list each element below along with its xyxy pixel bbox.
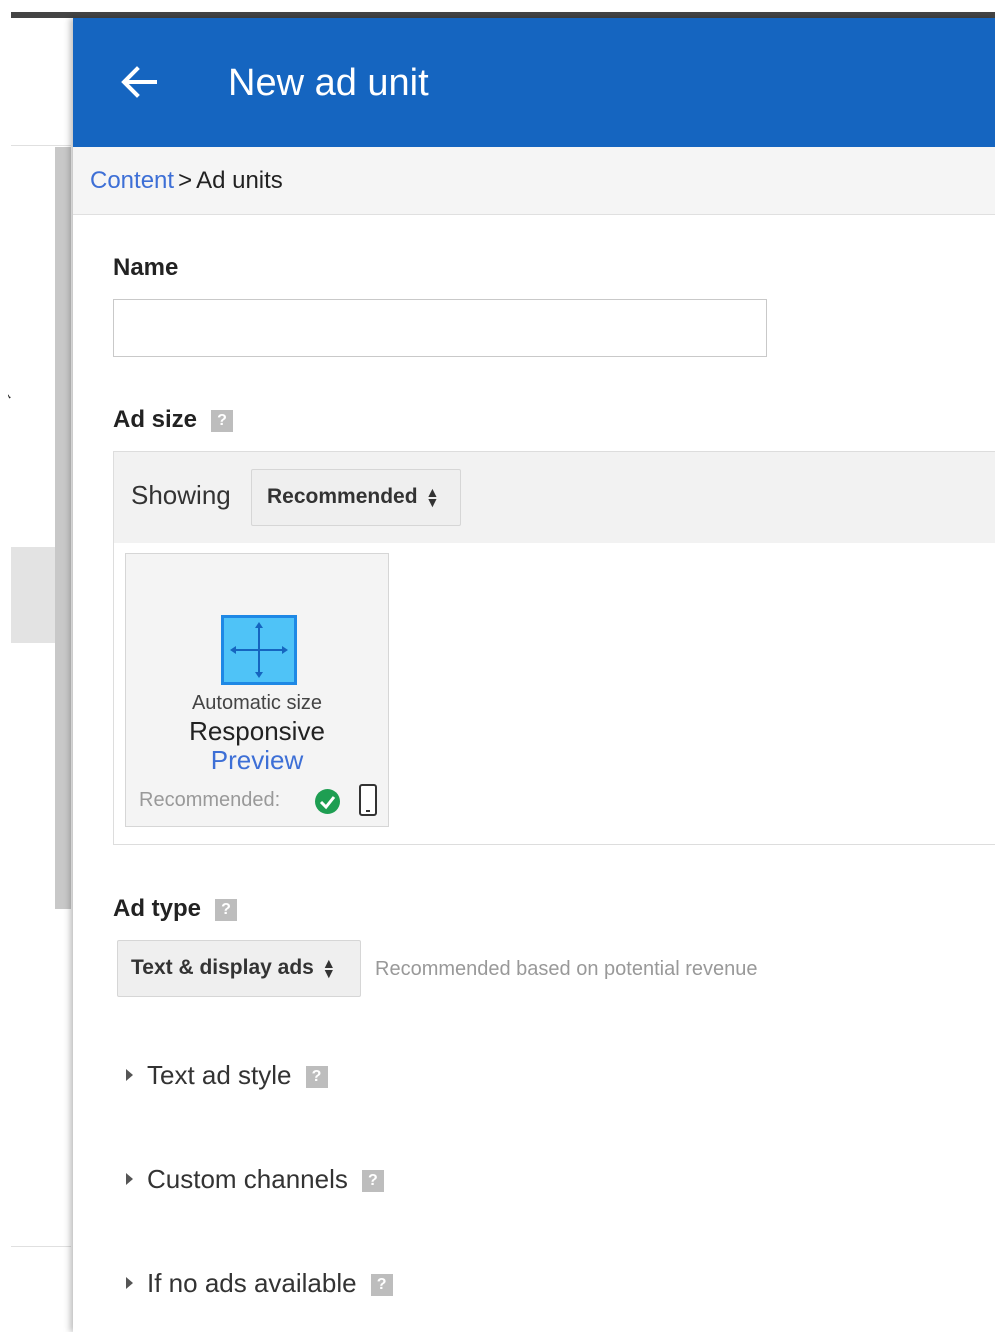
ad-type-value: Text & display ads bbox=[131, 956, 314, 979]
ad-type-heading: Ad type? bbox=[113, 895, 238, 923]
name-label: Name bbox=[113, 254, 179, 281]
ad-card-title: Responsive bbox=[189, 716, 325, 746]
showing-label: Showing bbox=[131, 480, 231, 510]
text-ad-style-toggle[interactable]: Text ad style? bbox=[126, 1060, 328, 1091]
breadcrumb-link-content[interactable]: Content bbox=[90, 167, 174, 194]
ad-type-select[interactable]: Text & display ads ▲ ▼ bbox=[117, 940, 361, 997]
ad-size-filter-value: Recommended bbox=[267, 485, 418, 508]
custom-channels-toggle[interactable]: Custom channels? bbox=[126, 1164, 384, 1195]
help-icon[interactable]: ? bbox=[361, 1170, 384, 1193]
sort-arrows-icon: ▲ ▼ bbox=[425, 484, 440, 511]
responsive-ad-card[interactable]: Automatic size Responsive Preview Recomm… bbox=[125, 553, 389, 827]
section-label: If no ads available bbox=[147, 1268, 357, 1298]
responsive-resize-icon bbox=[221, 615, 297, 685]
ad-size-heading: Ad size? bbox=[113, 406, 234, 434]
name-input[interactable] bbox=[113, 299, 767, 357]
check-circle-icon bbox=[315, 789, 340, 814]
breadcrumb: Content > Ad units bbox=[90, 167, 283, 195]
sort-arrows-icon: ▲ ▼ bbox=[321, 955, 336, 982]
ad-size-label: Ad size bbox=[113, 406, 198, 433]
ad-card-caption: Automatic size bbox=[191, 692, 323, 714]
new-ad-unit-panel: New ad unit Content > Ad units Name Ad siz… bbox=[73, 18, 995, 1332]
breadcrumb-separator: > bbox=[178, 167, 193, 194]
if-no-ads-available-toggle[interactable]: If no ads available? bbox=[126, 1268, 393, 1299]
breadcrumb-bar: Content > Ad units bbox=[73, 147, 995, 215]
preview-link[interactable]: Preview bbox=[126, 745, 388, 776]
expand-arrow-icon bbox=[126, 1277, 133, 1290]
recommended-label: Recommended: bbox=[139, 789, 281, 811]
help-icon[interactable]: ? bbox=[305, 1066, 328, 1089]
ad-type-label: Ad type bbox=[113, 895, 202, 922]
section-label: Custom channels bbox=[147, 1164, 348, 1194]
help-icon[interactable]: ? bbox=[211, 409, 234, 432]
ad-size-filter-select[interactable]: Recommended ▲ ▼ bbox=[251, 469, 461, 526]
nav-divider bbox=[11, 1246, 71, 1247]
ad-type-hint: Recommended based on potential revenue bbox=[375, 958, 758, 980]
arrow-back-icon bbox=[121, 66, 157, 98]
ad-size-selector: Showing Recommended ▲ ▼ Automatic size Res… bbox=[113, 451, 995, 845]
panel-header: New ad unit bbox=[73, 18, 995, 147]
nav-divider bbox=[11, 145, 71, 146]
nav-selected-item[interactable] bbox=[11, 547, 55, 643]
scrollbar[interactable] bbox=[55, 147, 71, 909]
help-icon[interactable]: ? bbox=[370, 1274, 393, 1297]
section-label: Text ad style bbox=[147, 1060, 292, 1090]
breadcrumb-current: Ad units bbox=[196, 167, 283, 194]
expand-arrow-icon bbox=[126, 1173, 133, 1186]
page-title: New ad unit bbox=[228, 62, 429, 104]
ad-size-toolbar: Showing Recommended ▲ ▼ bbox=[114, 452, 995, 543]
page: ‘ New ad unit Content > Ad units Name Ad s… bbox=[0, 0, 995, 1332]
back-button[interactable] bbox=[117, 60, 161, 104]
expand-arrow-icon bbox=[126, 1069, 133, 1082]
help-icon[interactable]: ? bbox=[215, 898, 238, 921]
mobile-phone-icon bbox=[359, 784, 377, 816]
